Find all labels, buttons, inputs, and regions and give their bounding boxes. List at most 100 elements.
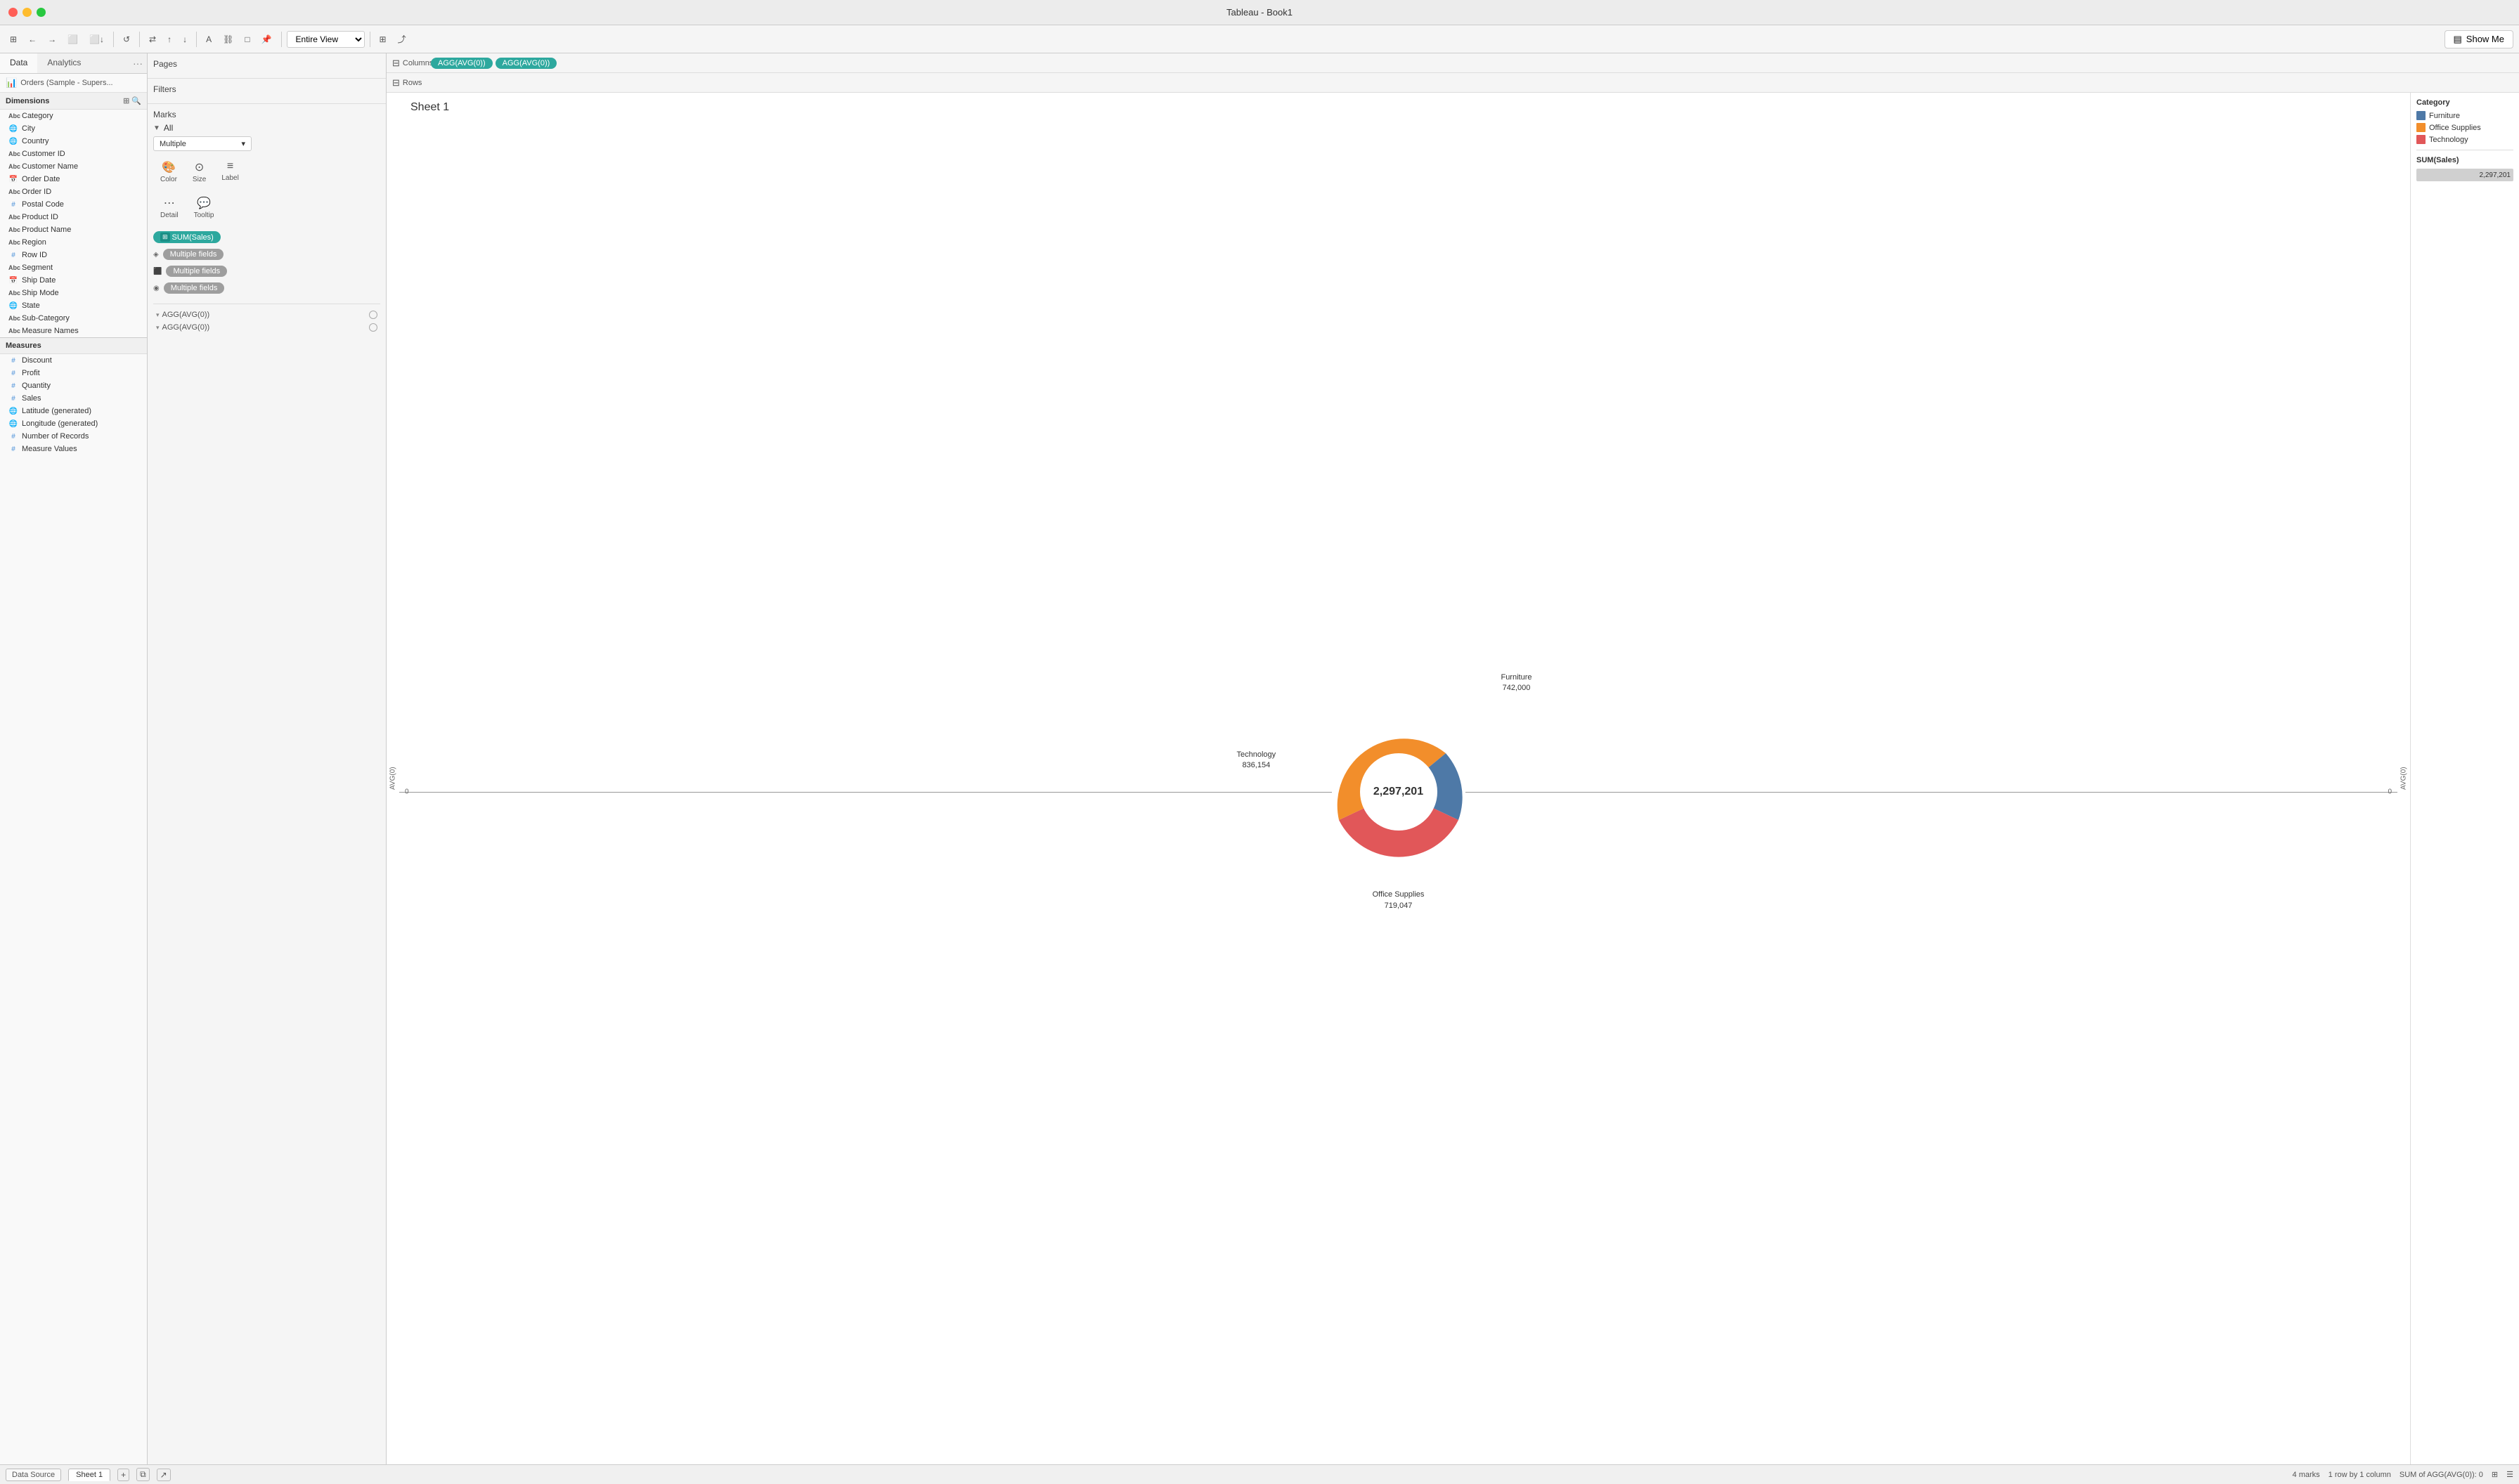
meas-profit[interactable]: # Profit <box>0 367 147 379</box>
duplicate-sheet-button[interactable]: ⧉ <box>136 1468 150 1481</box>
furniture-color-swatch <box>2416 111 2426 120</box>
dim-country[interactable]: 🌐 Country <box>0 135 147 148</box>
dim-ship-mode[interactable]: Abc Ship Mode <box>0 287 147 299</box>
share-button[interactable]: ⤴ <box>394 31 410 47</box>
multi-fields-pill3-row: ◉ Multiple fields <box>153 280 380 297</box>
dim-ship-date[interactable]: 📅 Ship Date <box>0 274 147 287</box>
tab-analytics[interactable]: Analytics <box>37 53 91 73</box>
meas-sales[interactable]: # Sales <box>0 392 147 405</box>
dim-label: Measure Names <box>22 327 79 335</box>
label-button[interactable]: ≡ Label <box>214 157 245 187</box>
search-icon[interactable]: 🔍 <box>131 96 141 105</box>
columns-pill1[interactable]: AGG(AVG(0)) <box>431 58 493 69</box>
dim-product-id[interactable]: Abc Product ID <box>0 211 147 223</box>
panel-options[interactable]: ··· <box>133 53 147 73</box>
dim-sub-category[interactable]: Abc Sub-Category <box>0 312 147 325</box>
meas-longitude[interactable]: 🌐 Longitude (generated) <box>0 417 147 430</box>
layout-grid-icon[interactable]: ⊞ <box>2492 1470 2498 1479</box>
chevron-down-icon: ▾ <box>156 324 160 332</box>
dim-measure-names[interactable]: Abc Measure Names <box>0 325 147 337</box>
data-source-row[interactable]: 📊 Orders (Sample - Supers... <box>0 74 147 93</box>
agg-label1: AGG(AVG(0)) <box>162 311 210 319</box>
dim-label: Region <box>22 238 46 247</box>
maximize-button[interactable] <box>37 8 46 17</box>
size-button[interactable]: ⊙ Size <box>186 157 213 187</box>
label-label: Label <box>221 174 238 182</box>
dim-customer-name[interactable]: Abc Customer Name <box>0 160 147 173</box>
data-source-icon: 📊 <box>6 77 17 89</box>
add-sheet-button[interactable]: + <box>117 1469 129 1481</box>
meas-quantity[interactable]: # Quantity <box>0 379 147 392</box>
rows-icon: ⊟ <box>392 77 400 89</box>
tooltip-button[interactable]: 💬 Tooltip <box>187 193 221 223</box>
sum-sales-pill[interactable]: ⊞ SUM(Sales) <box>153 231 221 243</box>
swap-button[interactable]: ⇄ <box>145 32 160 46</box>
dim-category[interactable]: Abc Category <box>0 110 147 122</box>
layout-list-icon[interactable]: ☰ <box>2506 1470 2513 1479</box>
home-button[interactable]: ⊞ <box>6 32 21 46</box>
export-sheet-button[interactable]: ↗ <box>157 1469 171 1481</box>
grid-icon[interactable]: ⊞ <box>123 96 129 105</box>
dimensions-icons: ⊞ 🔍 <box>123 96 141 105</box>
divider1 <box>113 32 114 47</box>
close-button[interactable] <box>8 8 18 17</box>
columns-pill2[interactable]: AGG(AVG(0)) <box>496 58 557 69</box>
save-button[interactable]: ⬜ <box>63 32 82 46</box>
box-button[interactable]: □ <box>240 32 254 46</box>
dim-customer-id[interactable]: Abc Customer ID <box>0 148 147 160</box>
dim-label: Sub-Category <box>22 314 70 323</box>
color-button[interactable]: 🎨 Color <box>153 157 184 187</box>
link-button[interactable]: ⛓ <box>219 32 238 46</box>
dim-order-date[interactable]: 📅 Order Date <box>0 173 147 186</box>
pages-section: Pages <box>148 53 386 79</box>
meas-latitude[interactable]: 🌐 Latitude (generated) <box>0 405 147 417</box>
dim-label: Product Name <box>22 226 71 234</box>
minimize-button[interactable] <box>22 8 32 17</box>
rows-cols-info: 1 row by 1 column <box>2329 1471 2391 1479</box>
marks-count: 4 marks <box>2293 1471 2320 1479</box>
sheet1-tab[interactable]: Sheet 1 <box>68 1469 110 1481</box>
view-dropdown[interactable]: Entire View <box>287 31 365 48</box>
save-as-button[interactable]: ⬜↓ <box>85 32 108 46</box>
dim-city[interactable]: 🌐 City <box>0 122 147 135</box>
abc-icon: Abc <box>8 226 18 233</box>
measures-header: Measures <box>0 338 147 354</box>
donut-wrapper: Furniture 742,000 Technology 836,154 Off… <box>1321 715 1476 869</box>
multi-fields-pill1[interactable]: Multiple fields <box>163 249 224 260</box>
dim-postal-code[interactable]: # Postal Code <box>0 198 147 211</box>
dim-segment[interactable]: Abc Segment <box>0 261 147 274</box>
undo-button[interactable]: ↺ <box>119 32 134 46</box>
format-button[interactable]: A <box>202 32 216 46</box>
dim-order-id[interactable]: Abc Order ID <box>0 186 147 198</box>
multi-fields-pill2[interactable]: Multiple fields <box>166 266 227 277</box>
sort-desc-button[interactable]: ↓ <box>179 32 191 46</box>
meas-num-records[interactable]: # Number of Records <box>0 430 147 443</box>
meas-discount[interactable]: # Discount <box>0 354 147 367</box>
tab-data[interactable]: Data <box>0 53 37 73</box>
sort-asc-button[interactable]: ↑ <box>163 32 176 46</box>
data-source-tab[interactable]: Data Source <box>6 1469 61 1481</box>
meas-label: Number of Records <box>22 432 89 441</box>
detail-button[interactable]: ⋯ Detail <box>153 193 186 223</box>
dim-state[interactable]: 🌐 State <box>0 299 147 312</box>
dimensions-list: Abc Category 🌐 City 🌐 Country Abc Custom… <box>0 110 147 337</box>
marks-all-label: All <box>164 123 173 133</box>
marks-all-row: ▼ All <box>153 123 380 133</box>
dim-label: Postal Code <box>22 200 64 209</box>
legend-furniture: Furniture <box>2416 111 2513 120</box>
marks-type-dropdown[interactable]: Multiple ▾ <box>153 136 252 151</box>
meas-label: Latitude (generated) <box>22 407 91 415</box>
sum-sales-value: 2,297,201 <box>2480 171 2511 179</box>
dim-region[interactable]: Abc Region <box>0 236 147 249</box>
meas-label: Sales <box>22 394 41 403</box>
dim-product-name[interactable]: Abc Product Name <box>0 223 147 236</box>
show-me-button[interactable]: ▤ Show Me <box>2444 30 2514 48</box>
agg-indicator1 <box>369 311 377 319</box>
back-button[interactable]: ← <box>24 32 41 46</box>
meas-measure-values[interactable]: # Measure Values <box>0 443 147 455</box>
forward-button[interactable]: → <box>44 32 60 46</box>
grid-button[interactable]: ⊞ <box>375 32 391 46</box>
pin-button[interactable]: 📌 <box>257 32 276 46</box>
dim-row-id[interactable]: # Row ID <box>0 249 147 261</box>
multi-fields-pill3[interactable]: Multiple fields <box>164 282 225 294</box>
